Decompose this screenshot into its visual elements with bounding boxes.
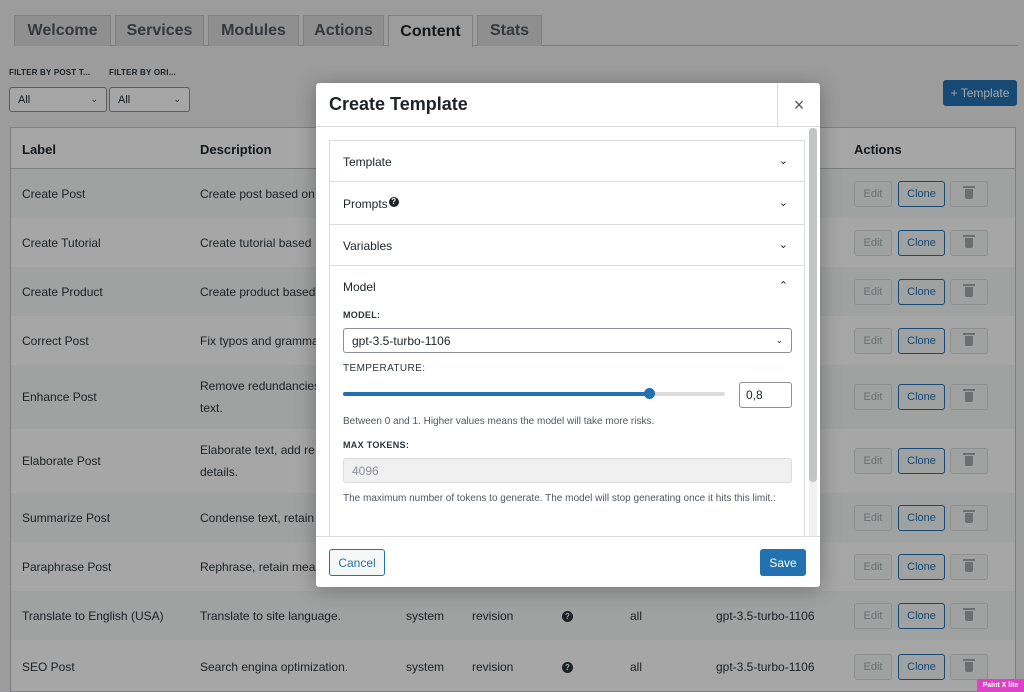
accordion-variables-label: Variables <box>343 239 393 253</box>
temperature-input[interactable]: 0,8 <box>739 382 792 408</box>
chevron-up-icon[interactable]: ⌃ <box>779 279 788 292</box>
help-icon[interactable]: ? <box>388 197 399 207</box>
max-tokens-label: MAX TOKENS: <box>343 440 410 450</box>
accordion-template[interactable]: Template ⌄ <box>330 141 804 182</box>
model-select[interactable]: gpt-3.5-turbo-1106 ⌄ <box>343 328 792 353</box>
accordion-prompts[interactable]: Prompts? ⌄ <box>330 182 804 225</box>
chevron-down-icon: ⌄ <box>778 155 788 167</box>
chevron-down-icon: ⌄ <box>778 239 788 251</box>
accordion-prompts-label: Prompts? <box>343 197 399 211</box>
accordion-template-label: Template <box>343 155 392 169</box>
save-button[interactable]: Save <box>760 549 806 576</box>
modal-footer: Cancel Save <box>316 536 820 587</box>
chevron-down-icon: ⌄ <box>775 335 783 345</box>
accordion-variables[interactable]: Variables ⌄ <box>330 225 804 266</box>
prompts-label-text: Prompts <box>343 197 388 211</box>
chevron-down-icon: ⌄ <box>778 197 788 209</box>
close-icon[interactable]: × <box>777 83 820 127</box>
temperature-slider-fill <box>343 392 649 396</box>
temperature-help-text: Between 0 and 1. Higher values means the… <box>343 416 655 427</box>
cancel-button[interactable]: Cancel <box>329 549 385 576</box>
modal-title: Create Template <box>329 94 468 114</box>
max-tokens-help-text: The maximum number of tokens to generate… <box>343 493 776 504</box>
watermark: Paint X lite <box>977 679 1024 692</box>
temperature-label: TEMPERATURE: <box>343 363 426 374</box>
temperature-slider-handle[interactable] <box>643 388 655 399</box>
accordion: Template ⌄ Prompts? ⌄ Variables ⌄ Model … <box>329 140 805 536</box>
accordion-model-label[interactable]: Model <box>343 280 376 294</box>
scrollbar-thumb[interactable] <box>809 128 817 482</box>
modal-header: Create Template × <box>316 83 820 127</box>
max-tokens-input[interactable]: 4096 <box>343 458 792 483</box>
temperature-slider[interactable] <box>343 388 725 399</box>
modal-body: Template ⌄ Prompts? ⌄ Variables ⌄ Model … <box>316 128 820 536</box>
modal-scrollbar[interactable] <box>809 128 817 536</box>
accordion-model: Model ⌃ MODEL: gpt-3.5-turbo-1106 ⌄ TEMP… <box>330 266 804 536</box>
create-template-modal: Create Template × Template ⌄ Prompts? ⌄ … <box>316 83 820 587</box>
model-label: MODEL: <box>343 310 381 320</box>
model-select-value: gpt-3.5-turbo-1106 <box>352 333 451 348</box>
